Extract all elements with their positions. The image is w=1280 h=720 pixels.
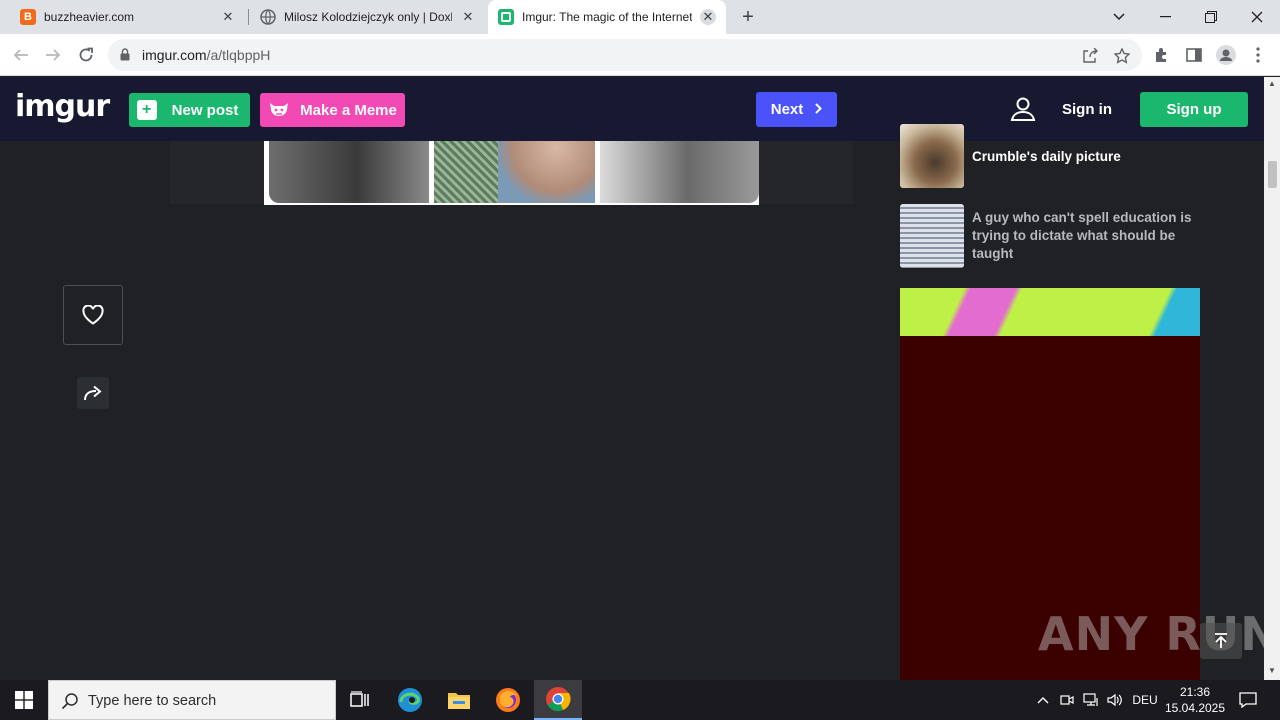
share-arrow-icon <box>84 385 102 401</box>
post-title: A guy who can't spell education is tryin… <box>972 210 1192 261</box>
page-scrollbar[interactable]: ▲ ▼ <box>1264 77 1280 680</box>
meet-now-icon[interactable] <box>1056 680 1078 720</box>
tab-imgur[interactable]: Imgur: The magic of the Internet ✕ <box>488 0 726 34</box>
new-tab-plus-icon[interactable]: + <box>736 5 760 29</box>
close-icon[interactable]: ✕ <box>460 9 476 25</box>
post-title: Crumble's daily picture <box>972 149 1121 164</box>
tab-doxbin[interactable]: Milosz Kolodziejczyk only | Doxbin ✕ <box>250 0 486 34</box>
address-bar[interactable]: imgur.com/a/tlqbppH <box>108 39 1142 71</box>
new-post-button[interactable]: + New post <box>129 93 250 127</box>
make-a-meme-button[interactable]: Make a Meme <box>260 93 405 127</box>
search-placeholder: Type here to search <box>88 693 217 709</box>
side-panel-icon[interactable] <box>1184 45 1204 65</box>
globe-icon <box>260 9 276 25</box>
share-page-icon[interactable] <box>1080 46 1100 66</box>
lock-icon <box>120 48 130 61</box>
scroll-to-top-button[interactable] <box>1200 623 1242 659</box>
taskbar-search-box[interactable]: Type here to search <box>48 680 336 720</box>
volume-icon[interactable] <box>1104 680 1126 720</box>
close-icon[interactable]: ✕ <box>700 9 716 25</box>
tab-title: Imgur: The magic of the Internet <box>522 10 692 24</box>
post-image[interactable] <box>264 141 759 205</box>
edge-browser-icon[interactable] <box>386 680 434 720</box>
close-window-icon[interactable] <box>1234 0 1280 34</box>
browser-menu-kebab-icon[interactable] <box>1248 45 1268 65</box>
sign-in-link[interactable]: Sign in <box>1062 101 1112 118</box>
sidebar-post-item[interactable]: Crumble's daily picture <box>900 124 1200 188</box>
url-text: imgur.com/a/tlqbppH <box>142 47 271 63</box>
profile-avatar-icon[interactable] <box>1216 45 1236 65</box>
browser-toolbar: imgur.com/a/tlqbppH <box>0 34 1280 76</box>
tab-strip: B buzzheavier.com ✕ Milosz Kolodziejczyk… <box>0 0 1280 34</box>
tab-title: buzzheavier.com <box>44 10 135 24</box>
user-icon[interactable] <box>1010 96 1036 122</box>
chrome-browser-icon[interactable] <box>534 680 582 720</box>
next-post-button[interactable]: Next <box>756 92 837 127</box>
scroll-up-arrow-icon[interactable]: ▲ <box>1264 79 1280 91</box>
network-icon[interactable] <box>1080 680 1102 720</box>
advertisement-banner[interactable] <box>900 288 1200 336</box>
windows-taskbar: Type here to search DEU 21:36 15.04.2025 <box>0 680 1280 720</box>
search-icon <box>61 693 78 710</box>
forward-arrow-icon[interactable] <box>40 42 66 68</box>
tab-divider <box>248 9 249 25</box>
image-panel <box>434 141 595 203</box>
sign-up-button[interactable]: Sign up <box>1140 92 1248 127</box>
system-clock[interactable]: 21:36 15.04.2025 <box>1162 684 1228 716</box>
restore-icon[interactable] <box>1188 0 1234 34</box>
anyrun-watermark: ANY RUN <box>1038 607 1280 661</box>
firefox-icon[interactable] <box>484 680 532 720</box>
close-icon[interactable]: ✕ <box>220 9 236 25</box>
minimize-icon[interactable] <box>1142 0 1188 34</box>
scroll-down-arrow-icon[interactable]: ▼ <box>1264 666 1280 678</box>
tray-chevron-up-icon[interactable] <box>1032 680 1054 720</box>
blogger-icon: B <box>20 9 36 25</box>
share-button[interactable] <box>77 377 109 409</box>
file-explorer-icon[interactable] <box>435 680 483 720</box>
imgur-favicon-icon <box>498 9 514 25</box>
task-view-icon[interactable] <box>336 680 384 720</box>
scroll-thumb[interactable] <box>1268 161 1277 188</box>
meme-face-icon <box>270 103 289 116</box>
input-language-indicator[interactable]: DEU <box>1128 680 1162 720</box>
windows-start-icon[interactable] <box>0 680 48 720</box>
tab-search-chevron-icon[interactable] <box>1096 0 1142 34</box>
notification-center-icon[interactable] <box>1232 680 1264 720</box>
extensions-puzzle-icon[interactable] <box>1152 45 1172 65</box>
arrow-up-icon <box>1215 633 1227 648</box>
favorite-button[interactable] <box>63 285 123 345</box>
imgur-logo[interactable]: imgur <box>15 89 110 124</box>
image-panel <box>269 141 429 203</box>
tab-buzzheavier[interactable]: B buzzheavier.com ✕ <box>10 0 246 34</box>
post-thumbnail <box>900 124 964 188</box>
plus-icon: + <box>136 100 157 120</box>
chevron-right-icon <box>815 102 823 117</box>
tab-title: Milosz Kolodziejczyk only | Doxbin <box>284 10 452 24</box>
reload-icon[interactable] <box>73 42 99 68</box>
back-arrow-icon[interactable] <box>8 42 34 68</box>
post-thumbnail <box>900 204 964 268</box>
image-panel <box>600 141 759 203</box>
sidebar-post-item[interactable]: A guy who can't spell education is tryin… <box>900 204 1200 268</box>
bookmark-star-icon[interactable] <box>1112 46 1132 66</box>
heart-icon <box>82 305 104 325</box>
